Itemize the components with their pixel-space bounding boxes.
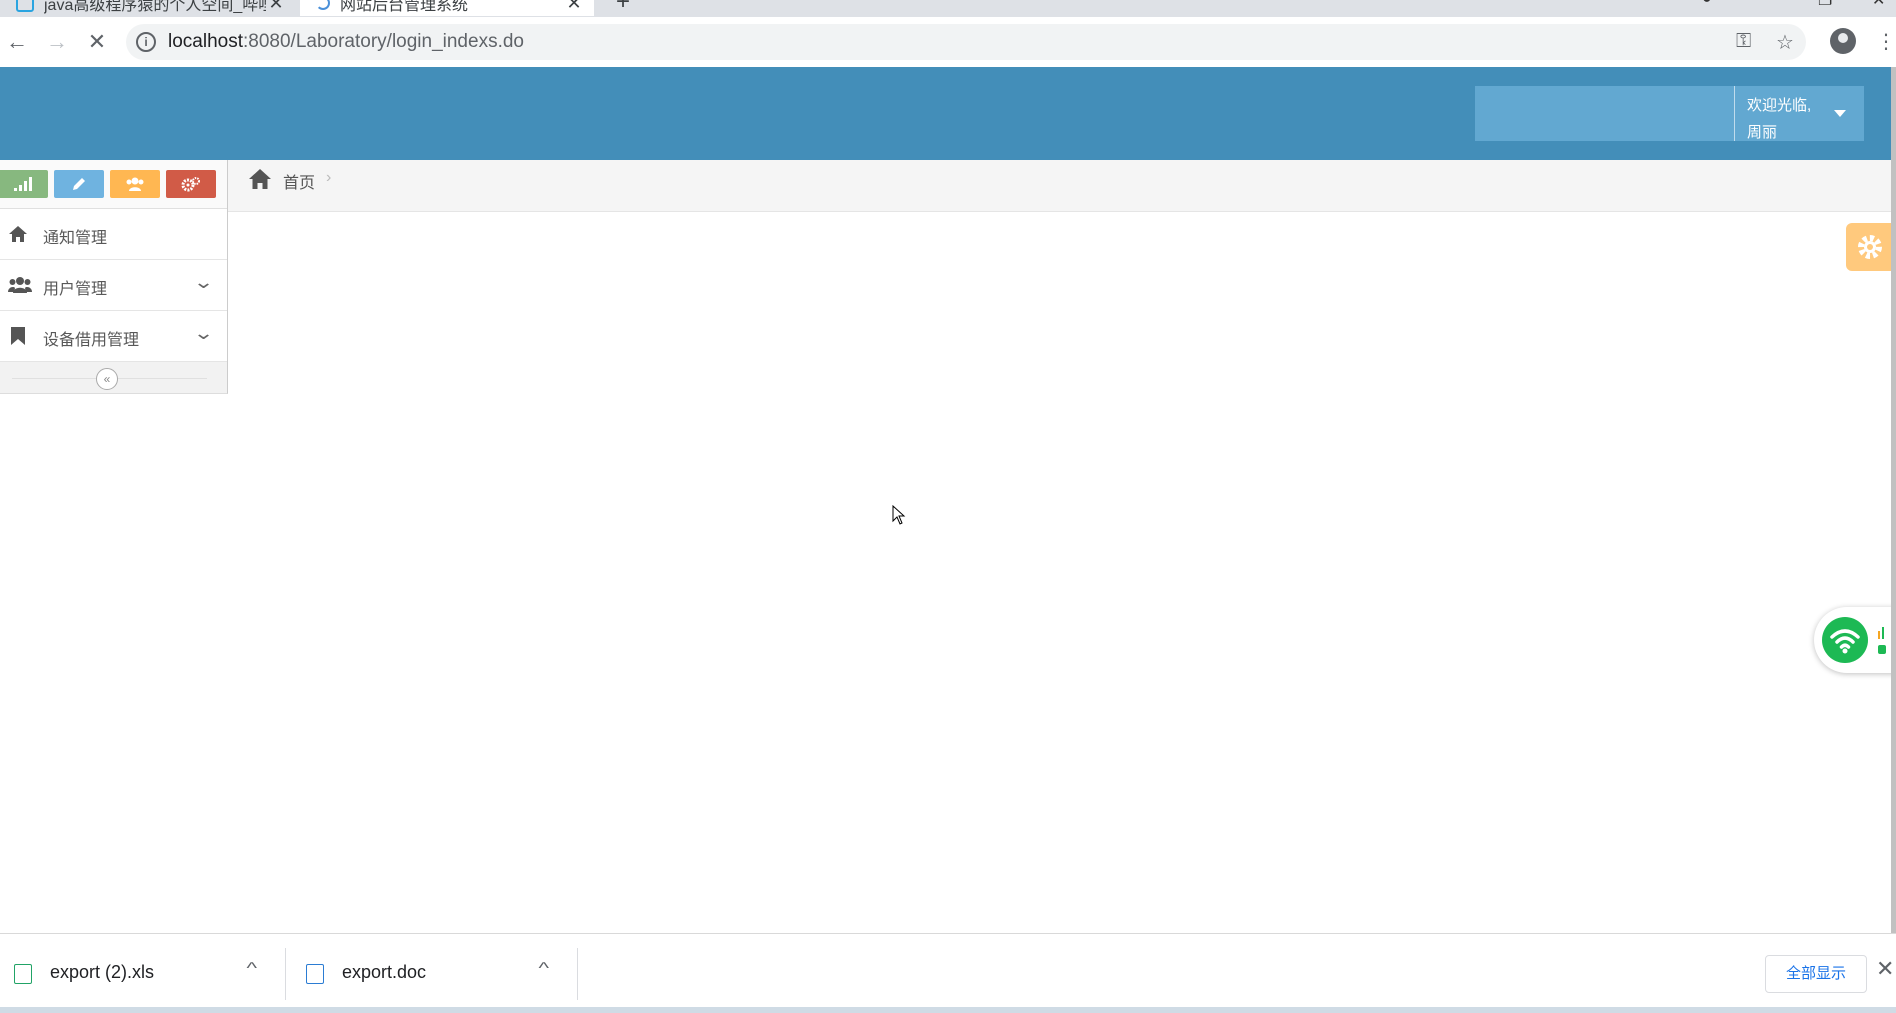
site-info-icon[interactable]: i — [136, 32, 156, 52]
shortcut-pencil-button[interactable] — [54, 170, 104, 198]
browser-tab-1[interactable]: java高级程序猿的个人空间_哔哩 ✕ — [0, 0, 296, 16]
download-filename: export.doc — [342, 962, 427, 982]
bilibili-favicon-icon — [16, 0, 34, 12]
breadcrumb: 首页 › — [228, 160, 1896, 212]
download-bar-bottom-strip — [0, 1007, 1896, 1013]
users-icon — [8, 277, 32, 293]
tab-close-icon[interactable]: ✕ — [266, 0, 286, 14]
shortcut-users-button[interactable] — [110, 170, 160, 198]
download-item-doc[interactable]: export.doc ^ — [292, 934, 577, 1013]
chevron-down-icon[interactable]: ⌄ — [193, 323, 214, 344]
show-all-downloads-button[interactable]: 全部显示 — [1765, 955, 1867, 993]
download-separator — [285, 948, 286, 1000]
settings-gear-button[interactable] — [1846, 223, 1894, 271]
address-bar[interactable]: i localhost:8080/Laboratory/login_indexs… — [126, 24, 1806, 60]
sidebar-item-label: 通知管理 — [43, 230, 108, 247]
close-window-icon[interactable]: ✕ — [1872, 0, 1885, 10]
close-download-bar-icon[interactable]: ✕ — [1876, 956, 1894, 982]
signal-icon — [14, 177, 32, 192]
account-avatar-icon[interactable] — [1830, 28, 1856, 54]
sidebar-collapse: « — [0, 362, 227, 394]
pencil-icon — [73, 178, 85, 191]
download-item-xls[interactable]: export (2).xls ^ — [0, 934, 285, 1013]
sidebar-item-notice[interactable]: 通知管理 — [0, 209, 227, 260]
stop-loading-icon[interactable]: ✕ — [82, 27, 112, 57]
app-header: 欢迎光临, 周丽 — [0, 67, 1896, 160]
chevron-up-icon[interactable]: ^ — [246, 960, 257, 978]
wifi-float-widget[interactable] — [1814, 607, 1896, 673]
user-menu-divider — [1734, 86, 1735, 141]
username-text: 周丽 — [1747, 124, 1778, 141]
sidebar-item-label: 用户管理 — [43, 281, 108, 298]
sidebar-shortcuts — [0, 160, 227, 209]
shortcut-cogs-button[interactable] — [166, 170, 216, 198]
wifi-icon — [1822, 617, 1868, 663]
double-chevron-left-icon[interactable]: « — [96, 368, 118, 390]
sidebar-item-users[interactable]: 用户管理 ⌄ — [0, 260, 227, 311]
home-icon[interactable] — [248, 168, 272, 190]
mouse-cursor-icon — [892, 505, 906, 525]
user-greeting[interactable]: 欢迎光临, 周丽 — [1747, 92, 1811, 146]
bookmark-icon — [11, 327, 25, 345]
users-icon — [126, 177, 144, 192]
browser-tab-strip: java高级程序猿的个人空间_哔哩 ✕ 网站后台管理系统 ✕ + ● ❐ ✕ — [0, 0, 1896, 17]
main-content — [228, 212, 1891, 932]
new-tab-icon[interactable]: + — [616, 0, 630, 16]
loading-spinner-icon — [316, 0, 330, 10]
user-menu[interactable]: 欢迎光临, 周丽 — [1475, 86, 1864, 141]
breadcrumb-home-link[interactable]: 首页 — [283, 169, 315, 193]
signal-bars-icon — [1878, 627, 1886, 654]
welcome-text: 欢迎光临, — [1747, 97, 1812, 114]
back-arrow-icon[interactable]: ← — [2, 27, 32, 57]
browser-menu-icon[interactable]: ⋮ — [1876, 29, 1896, 54]
browser-toolbar: ← → ✕ i localhost:8080/Laboratory/login_… — [0, 17, 1896, 68]
download-bar: export (2).xls ^ export.doc ^ 全部显示 ✕ — [0, 933, 1896, 1013]
profile-dot-icon[interactable]: ● — [1702, 0, 1712, 8]
chevron-down-icon[interactable]: ⌄ — [193, 272, 214, 293]
cogs-icon — [181, 177, 200, 192]
tab-title: java高级程序猿的个人空间_哔哩 — [44, 0, 266, 14]
word-file-icon — [306, 964, 324, 984]
browser-tab-2[interactable]: 网站后台管理系统 ✕ — [300, 0, 594, 16]
page-scrollbar[interactable] — [1891, 67, 1896, 933]
home-icon — [9, 226, 27, 242]
excel-file-icon — [14, 964, 32, 984]
restore-window-icon[interactable]: ❐ — [1818, 0, 1832, 10]
chevron-right-icon: › — [326, 169, 332, 186]
shortcut-signal-button[interactable] — [0, 170, 48, 198]
sidebar-item-label: 设备借用管理 — [43, 332, 140, 349]
key-icon[interactable]: ⚿ — [1736, 30, 1751, 53]
star-bookmark-icon[interactable]: ☆ — [1776, 30, 1794, 55]
chevron-up-icon[interactable]: ^ — [538, 960, 549, 978]
gear-icon — [1858, 235, 1882, 259]
tab-close-icon[interactable]: ✕ — [564, 0, 584, 14]
tab-title: 网站后台管理系统 — [340, 0, 469, 14]
sidebar-item-equipment-borrowing[interactable]: 设备借用管理 ⌄ — [0, 311, 227, 362]
forward-arrow-icon[interactable]: → — [42, 27, 72, 57]
download-separator — [577, 948, 578, 1000]
download-filename: export (2).xls — [50, 962, 155, 982]
caret-down-icon[interactable] — [1834, 110, 1846, 117]
sidebar: 通知管理 用户管理 ⌄ 设备借用管理 ⌄ « — [0, 160, 228, 394]
url-text[interactable]: localhost:8080/Laboratory/login_indexs.d… — [168, 31, 524, 53]
